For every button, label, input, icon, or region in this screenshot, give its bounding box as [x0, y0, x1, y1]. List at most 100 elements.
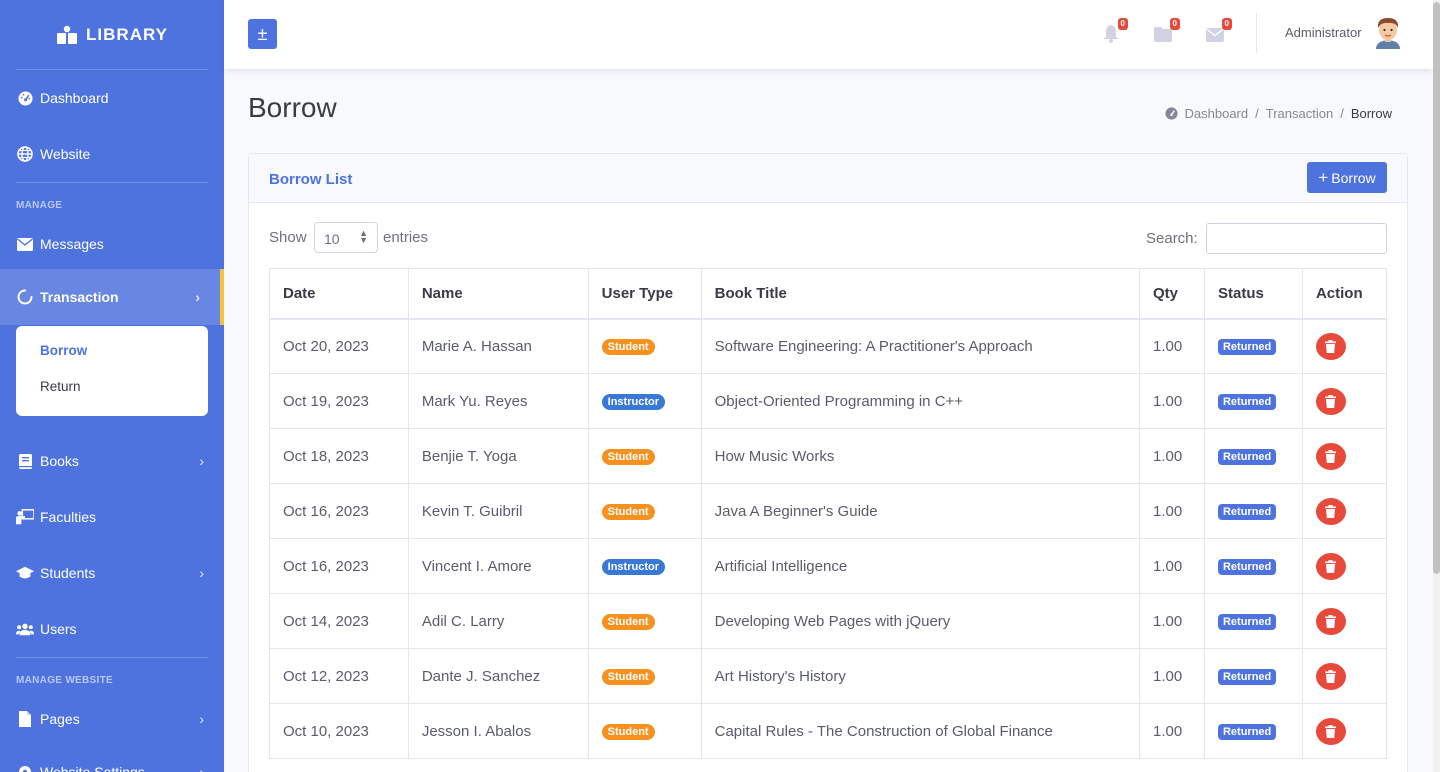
avatar[interactable]: [1374, 17, 1402, 49]
table-row: Oct 10, 2023 Jesson I. Abalos Student Capit…: [269, 703, 1388, 759]
cell-name: Benjie T. Yoga: [407, 428, 589, 484]
sidebar-item-users[interactable]: Users: [0, 601, 224, 657]
cell-action: [1301, 703, 1388, 759]
breadcrumb-transaction[interactable]: Transaction: [1266, 106, 1333, 121]
sidebar-toggle-button[interactable]: ±: [248, 19, 277, 49]
column-header-name[interactable]: Name: [407, 268, 589, 320]
user-name[interactable]: Administrator: [1285, 25, 1362, 40]
cell-book-title: Developing Web Pages with jQuery: [700, 593, 1141, 649]
cell-qty: 1.00: [1139, 318, 1205, 374]
brand[interactable]: LIBRARY: [0, 0, 224, 69]
cell-status: Returned: [1203, 538, 1303, 594]
settings-icon: [16, 763, 34, 772]
cell-name: Jesson I. Abalos: [407, 703, 589, 759]
trash-icon: [1325, 449, 1337, 463]
submenu-item-borrow[interactable]: Borrow: [16, 335, 208, 371]
delete-button[interactable]: [1315, 497, 1346, 525]
column-header-qty[interactable]: Qty: [1139, 268, 1205, 320]
delete-button[interactable]: [1315, 717, 1346, 745]
trash-icon: [1325, 669, 1337, 683]
notifications-counter: 0: [1117, 18, 1128, 30]
sidebar-item-faculties[interactable]: Faculties: [0, 489, 224, 545]
cell-action: [1301, 538, 1388, 594]
cell-date: Oct 14, 2023: [269, 593, 409, 649]
status-badge: Returned: [1217, 669, 1277, 685]
users-icon: [16, 620, 34, 638]
cell-user-type: Student: [587, 593, 702, 649]
submenu-item-return[interactable]: Return: [16, 371, 208, 407]
delete-button[interactable]: [1315, 442, 1346, 470]
folder-button[interactable]: 0: [1152, 18, 1180, 44]
sidebar-item-pages[interactable]: Pages ›: [0, 694, 224, 744]
cell-action: [1301, 428, 1388, 484]
notifications-button[interactable]: 0: [1100, 18, 1128, 44]
trash-icon: [1325, 394, 1337, 408]
trash-icon: [1325, 614, 1337, 628]
messages-button[interactable]: 0: [1204, 18, 1232, 44]
cell-book-title: Object-Oriented Programming in C++: [700, 373, 1141, 429]
sidebar-item-website[interactable]: Website: [0, 126, 224, 182]
brand-name: LIBRARY: [86, 24, 168, 44]
cell-user-type: Student: [587, 318, 702, 374]
chevron-right-icon: ›: [199, 565, 204, 581]
borrow-table: Date Name User Type Book Title Qty Statu…: [269, 268, 1388, 759]
borrow-list-card: Borrow List + Borrow Show 10 ▲ ▼ entries …: [248, 153, 1408, 772]
cell-qty: 1.00: [1139, 483, 1205, 539]
breadcrumb: Dashboard / Transaction / Borrow: [1164, 106, 1392, 121]
breadcrumb-dashboard[interactable]: Dashboard: [1185, 106, 1249, 121]
delete-button[interactable]: [1315, 552, 1346, 580]
cell-action: [1301, 483, 1388, 539]
column-header-book-title[interactable]: Book Title: [700, 268, 1141, 320]
cell-book-title: Software Engineering: A Practitioner's A…: [700, 318, 1141, 374]
table-row: Oct 18, 2023 Benjie T. Yoga Student How Mus…: [269, 428, 1388, 484]
sidebar-item-website-settings[interactable]: Website Settings ›: [0, 744, 224, 772]
table-body: Oct 20, 2023 Marie A. Hassan Student Softwa…: [269, 318, 1388, 759]
status-badge: Returned: [1217, 559, 1277, 575]
cell-status: Returned: [1203, 428, 1303, 484]
sidebar-item-label: Website Settings: [40, 764, 145, 772]
sidebar-item-label: Pages: [40, 711, 80, 727]
cell-action: [1301, 593, 1388, 649]
cell-qty: 1.00: [1139, 538, 1205, 594]
delete-button[interactable]: [1315, 332, 1346, 360]
search-input[interactable]: [1206, 223, 1387, 254]
add-borrow-button[interactable]: + Borrow: [1307, 162, 1387, 193]
table-header-row: Date Name User Type Book Title Qty Statu…: [269, 268, 1388, 320]
sidebar-item-label: Books: [40, 453, 79, 469]
column-header-user-type[interactable]: User Type: [587, 268, 702, 320]
table-row: Oct 14, 2023 Adil C. Larry Student Developi…: [269, 593, 1388, 649]
delete-button[interactable]: [1315, 387, 1346, 415]
user-type-badge: Instructor: [601, 559, 665, 575]
sidebar-item-label: Students: [40, 565, 96, 581]
column-header-date[interactable]: Date: [269, 268, 409, 320]
user-type-badge: Instructor: [601, 394, 665, 410]
sidebar-item-transaction[interactable]: Transaction ›: [0, 269, 224, 325]
page-scrollbar[interactable]: [1433, 0, 1440, 772]
search-label: Search:: [1146, 230, 1198, 247]
sidebar-item-students[interactable]: Students ›: [0, 545, 224, 601]
page-scrollbar-thumb[interactable]: [1433, 2, 1440, 574]
cell-date: Oct 12, 2023: [269, 648, 409, 704]
column-header-status[interactable]: Status: [1203, 268, 1303, 320]
table-row: Oct 12, 2023 Dante J. Sanchez Student Art H…: [269, 648, 1388, 704]
delete-button[interactable]: [1315, 662, 1346, 690]
cell-date: Oct 16, 2023: [269, 483, 409, 539]
breadcrumb-current: Borrow: [1350, 106, 1392, 121]
dashboard-gauge-icon: [16, 89, 34, 107]
cell-date: Oct 10, 2023: [269, 703, 409, 759]
sidebar-item-label: Dashboard: [40, 90, 109, 106]
entries-select[interactable]: 10 ▲ ▼: [314, 222, 378, 253]
sidebar-heading-manage: MANAGE: [16, 200, 63, 211]
cell-date: Oct 19, 2023: [269, 373, 409, 429]
cell-status: Returned: [1203, 318, 1303, 374]
sidebar-item-label: Users: [40, 621, 77, 637]
status-badge: Returned: [1217, 504, 1277, 520]
sidebar-item-books[interactable]: Books ›: [0, 433, 224, 489]
sidebar-item-messages[interactable]: Messages: [0, 219, 224, 269]
trash-icon: [1325, 559, 1337, 573]
trash-icon: [1325, 339, 1337, 353]
cell-name: Vincent I. Amore: [407, 538, 589, 594]
cell-qty: 1.00: [1139, 593, 1205, 649]
delete-button[interactable]: [1315, 607, 1346, 635]
sidebar-item-dashboard[interactable]: Dashboard: [0, 70, 224, 126]
